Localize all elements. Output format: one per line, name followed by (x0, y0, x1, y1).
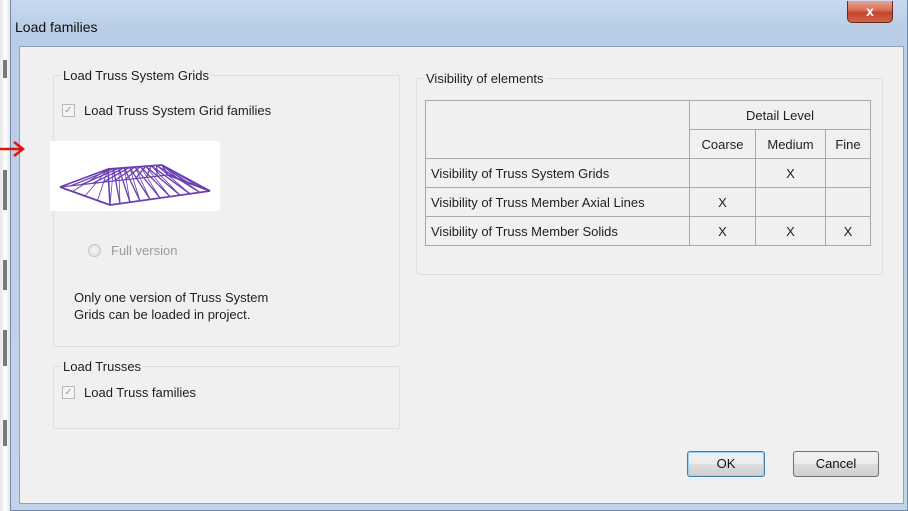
truss-grid-preview-image (50, 141, 220, 211)
ok-button[interactable]: OK (687, 451, 765, 477)
detail-level-header: Detail Level (689, 100, 871, 130)
radio-circle[interactable] (88, 244, 101, 257)
dialog-title: Load families (15, 19, 98, 35)
cell-medium[interactable]: X (755, 158, 826, 188)
radio-label: Full version (111, 243, 178, 258)
table-row: Visibility of Truss System Grids X (425, 158, 871, 188)
note-line-1: Only one version of Truss System (74, 290, 269, 305)
full-version-radio[interactable]: Full version (88, 243, 177, 258)
trusses-legend: Load Trusses (63, 359, 142, 374)
row-label: Visibility of Truss Member Axial Lines (425, 187, 690, 217)
cell-coarse[interactable]: X (689, 216, 756, 246)
row-label: Visibility of Truss System Grids (425, 158, 690, 188)
truss-grids-legend: Load Truss System Grids (63, 68, 209, 83)
load-truss-families-checkbox[interactable]: ✓ Load Truss families (62, 385, 196, 400)
column-header-fine: Fine (825, 129, 871, 159)
visibility-table: Detail Level Coarse Medium Fine Visibili… (425, 100, 871, 246)
note-line-2: Grids can be loaded in project. (74, 307, 251, 322)
table-row: Visibility of Truss Member Axial Lines X (425, 187, 871, 217)
cell-fine[interactable] (825, 187, 871, 217)
checkbox-label: Load Truss System Grid families (84, 103, 272, 118)
table-corner-cell (425, 100, 690, 159)
title-bar[interactable]: Load families x (11, 0, 907, 46)
cell-medium[interactable] (755, 187, 826, 217)
table-row: Visibility of Truss Member Solids X X X (425, 216, 871, 246)
red-arrow-icon (0, 141, 26, 157)
row-label: Visibility of Truss Member Solids (425, 216, 690, 246)
column-header-medium: Medium (755, 129, 826, 159)
single-version-note: Only one version of Truss System Grids c… (74, 289, 268, 323)
cancel-button[interactable]: Cancel (793, 451, 879, 477)
load-families-dialog: Load families x Load Truss System Grids … (10, 0, 908, 511)
cell-fine[interactable]: X (825, 216, 871, 246)
cell-coarse[interactable]: X (689, 187, 756, 217)
visibility-legend: Visibility of elements (426, 71, 544, 86)
close-button[interactable]: x (847, 1, 893, 23)
cell-medium[interactable]: X (755, 216, 826, 246)
load-truss-grid-families-checkbox[interactable]: ✓ Load Truss System Grid families (62, 103, 271, 118)
checkbox-box[interactable]: ✓ (62, 104, 75, 117)
checkbox-box[interactable]: ✓ (62, 386, 75, 399)
column-header-coarse: Coarse (689, 129, 756, 159)
dialog-body: Load Truss System Grids ✓ Load Truss Sys… (19, 46, 904, 504)
checkbox-label: Load Truss families (84, 385, 196, 400)
cell-coarse[interactable] (689, 158, 756, 188)
cell-fine[interactable] (825, 158, 871, 188)
